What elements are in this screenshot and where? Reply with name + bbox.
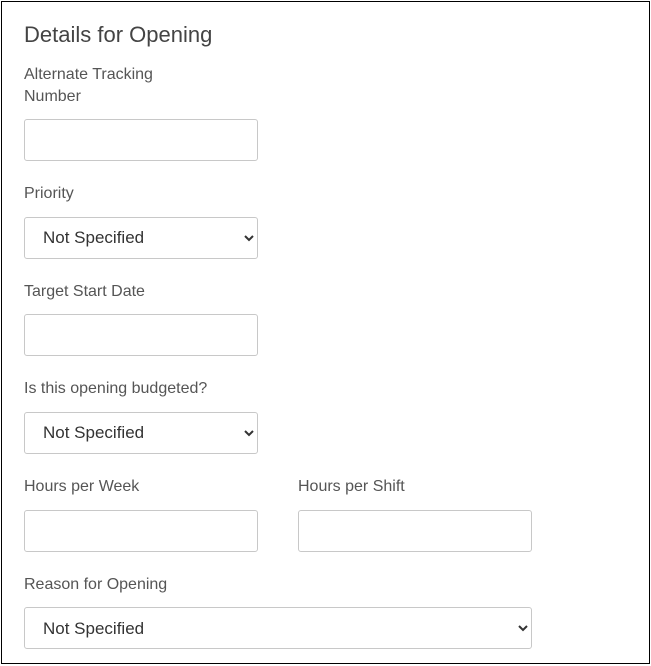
- label-target-start-date: Target Start Date: [24, 281, 258, 303]
- label-reason-for-opening: Reason for Opening: [24, 574, 532, 596]
- group-hours-per-shift: Hours per Shift: [298, 476, 532, 552]
- row-reason-for-opening: Reason for Opening Not Specified: [24, 574, 627, 650]
- row-priority: Priority Not Specified: [24, 183, 627, 259]
- input-alternate-tracking[interactable]: [24, 119, 258, 161]
- group-alternate-tracking: Alternate Tracking Number: [24, 64, 258, 161]
- input-target-start-date[interactable]: [24, 314, 258, 356]
- label-hours-per-week: Hours per Week: [24, 476, 258, 498]
- label-budgeted: Is this opening budgeted?: [24, 378, 258, 400]
- group-hours-per-week: Hours per Week: [24, 476, 258, 552]
- row-budgeted: Is this opening budgeted? Not Specified: [24, 378, 627, 454]
- select-priority[interactable]: Not Specified: [24, 217, 258, 259]
- group-target-start-date: Target Start Date: [24, 281, 258, 357]
- group-priority: Priority Not Specified: [24, 183, 258, 259]
- label-alternate-tracking: Alternate Tracking Number: [24, 64, 204, 107]
- select-budgeted[interactable]: Not Specified: [24, 412, 258, 454]
- input-hours-per-shift[interactable]: [298, 510, 532, 552]
- label-priority: Priority: [24, 183, 258, 205]
- form-panel: Details for Opening Alternate Tracking N…: [1, 1, 650, 664]
- row-target-start-date: Target Start Date: [24, 281, 627, 357]
- group-reason-for-opening: Reason for Opening Not Specified: [24, 574, 532, 650]
- row-hours: Hours per Week Hours per Shift: [24, 476, 627, 552]
- group-budgeted: Is this opening budgeted? Not Specified: [24, 378, 258, 454]
- label-hours-per-shift: Hours per Shift: [298, 476, 532, 498]
- input-hours-per-week[interactable]: [24, 510, 258, 552]
- section-title: Details for Opening: [24, 22, 627, 48]
- select-reason-for-opening[interactable]: Not Specified: [24, 607, 532, 649]
- row-alternate-tracking: Alternate Tracking Number: [24, 64, 627, 161]
